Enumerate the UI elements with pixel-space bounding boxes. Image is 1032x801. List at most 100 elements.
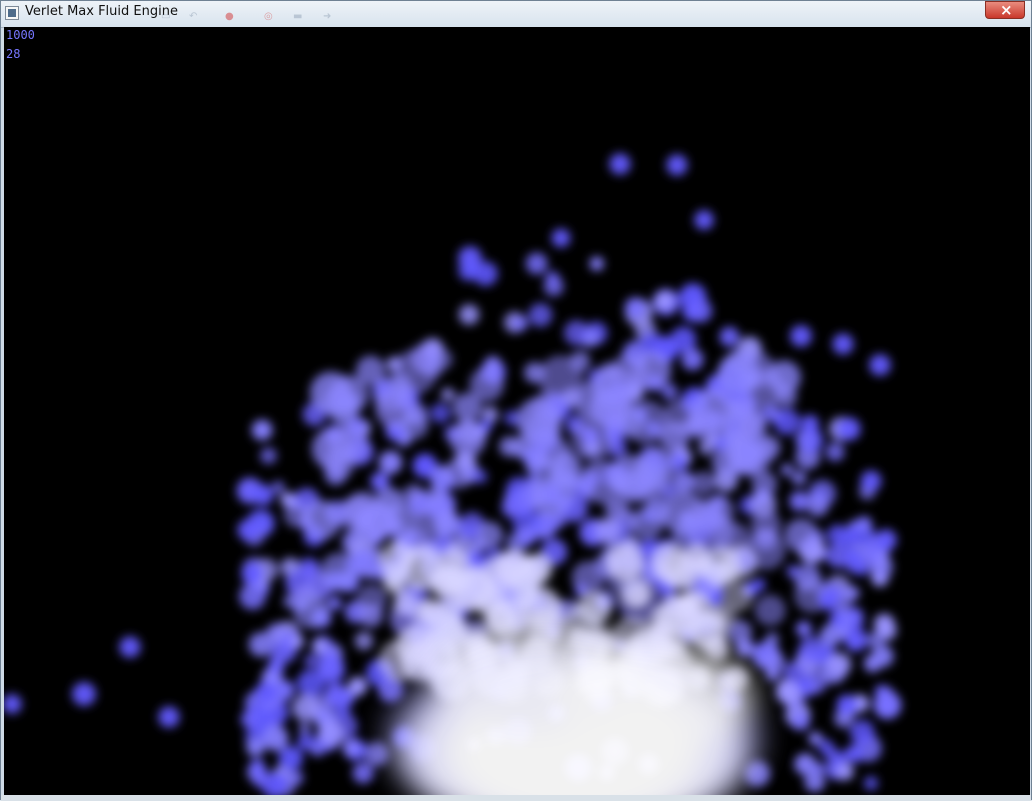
fluid-particle: [458, 246, 482, 270]
fluid-particle: [800, 414, 820, 434]
fluid-particle: [666, 154, 688, 176]
fluid-particle: [296, 669, 325, 698]
fluid-simulation-canvas[interactable]: 1000 28: [4, 27, 1030, 795]
fluid-particle: [875, 529, 897, 551]
stop-icon: ●: [225, 11, 234, 22]
fluid-particle: [356, 355, 386, 385]
fluid-particle: [873, 613, 895, 635]
fluid-particle: [702, 547, 743, 587]
fluid-particle: [773, 408, 801, 435]
fluid-particle: [753, 578, 766, 591]
fluid-particle: [119, 636, 141, 658]
fluid-particle: [318, 721, 345, 747]
fluid-particle: [784, 518, 819, 553]
fluid-particle: [836, 762, 854, 781]
fluid-particle: [344, 491, 381, 528]
fluid-particle: [525, 252, 548, 275]
fluid-particle: [873, 691, 902, 719]
fluid-particle: [301, 500, 342, 540]
fluid-particle: [511, 436, 534, 459]
fluid-particle: [698, 439, 715, 456]
fluid-particle: [808, 731, 823, 746]
fluid-particle: [837, 417, 861, 441]
fluid-particle: [691, 471, 716, 495]
fluid-particle: [791, 711, 811, 731]
undo-icon: ↶: [189, 11, 198, 22]
fluid-particle: [458, 304, 480, 325]
fluid-particle: [783, 662, 806, 684]
fluid-particle: [624, 297, 646, 319]
fluid-particle: [844, 628, 868, 652]
fluid-particle: [723, 582, 753, 612]
fluid-particle: [378, 450, 403, 475]
fluid-particle: [400, 410, 429, 440]
fluid-particle: [251, 770, 269, 788]
fluid-particle: [717, 352, 761, 396]
fluid-particle: [262, 725, 289, 751]
fluid-particle: [548, 451, 582, 484]
fluid-particle: [267, 657, 285, 675]
fluid-particle: [681, 348, 704, 371]
fluid-particle: [795, 621, 812, 637]
fps-readout: 28: [6, 47, 21, 61]
fluid-particle: [551, 228, 571, 248]
record-icon: ◎: [264, 11, 273, 22]
fluid-particle: [278, 746, 303, 771]
fluid-particle: [867, 631, 885, 650]
fluid-particle: [689, 612, 727, 651]
fluid-particle: [342, 738, 361, 758]
fluid-particle: [669, 564, 696, 591]
fluid-particle: [512, 315, 528, 331]
fluid-particle: [843, 547, 863, 567]
fluid-particle: [606, 544, 644, 582]
fluid-particle: [790, 325, 812, 347]
fluid-particle: [430, 403, 451, 424]
fluid-particle: [807, 495, 829, 517]
fluid-particle: [260, 447, 277, 464]
fluid-particle: [348, 676, 367, 696]
fluid-particle: [589, 386, 632, 429]
fluid-particle: [765, 632, 780, 646]
app-icon: [5, 6, 19, 20]
fluid-particle: [4, 694, 22, 714]
fluid-particle: [676, 593, 700, 617]
fluid-particle: [818, 591, 838, 611]
fluid-particle: [246, 737, 265, 757]
fluid-particle: [609, 153, 631, 175]
fluid-particle: [528, 303, 553, 327]
fluid-particle: [441, 387, 455, 402]
fluid-particle: [632, 351, 672, 391]
fluid-particle: [655, 291, 674, 310]
fluid-particle: [688, 299, 713, 323]
fluid-particle: [825, 442, 845, 462]
fluid-particle: [827, 652, 852, 676]
fluid-particle: [298, 722, 311, 735]
fluid-particle: [794, 753, 816, 775]
fluid-particle: [832, 333, 854, 355]
fluid-particle: [820, 624, 843, 647]
fluid-particle: [352, 762, 374, 784]
title-bar[interactable]: Verlet Max Fluid Engine ▭ ↶ ● ◎ ▬ ➜ ×: [1, 1, 1031, 28]
fluid-particle: [589, 256, 604, 271]
fluid-particle: [251, 419, 273, 441]
close-button[interactable]: ×: [985, 1, 1025, 19]
fluid-particle: [323, 447, 356, 479]
fluid-particle: [473, 469, 488, 484]
fluid-particle: [434, 554, 477, 597]
fluid-particle: [240, 710, 258, 728]
fluid-particle: [763, 651, 786, 674]
fluid-particle: [290, 634, 305, 649]
fluid-particle: [789, 491, 810, 512]
fluid-particle: [855, 516, 873, 533]
fluid-particle: [538, 355, 584, 401]
fluid-particle: [379, 541, 414, 576]
fluid-particle: [237, 519, 259, 541]
fluid-particle: [443, 458, 474, 489]
screen-icon: ▬: [293, 11, 303, 22]
fluid-particle: [241, 563, 263, 585]
fluid-particle: [239, 583, 266, 610]
fluid-particle: [844, 744, 864, 764]
save-icon: ▭: [161, 11, 171, 22]
fluid-particle: [517, 525, 537, 546]
fluid-particle: [836, 694, 858, 716]
